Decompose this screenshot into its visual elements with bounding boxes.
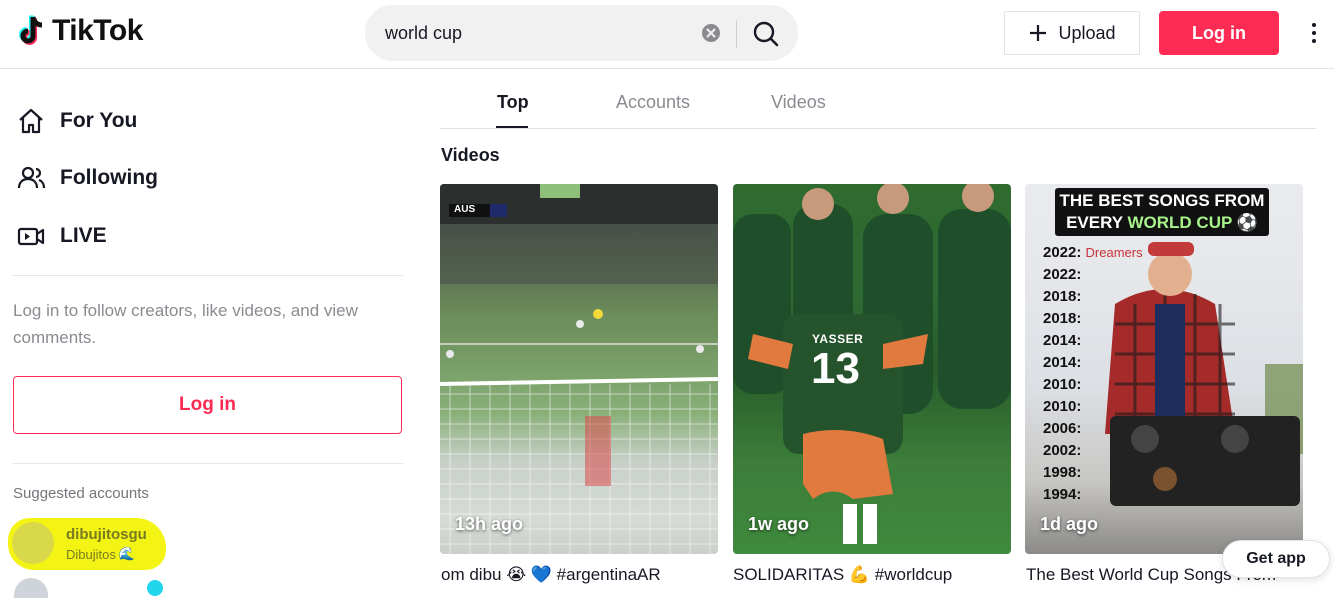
song-title: Dreamers bbox=[1085, 245, 1143, 260]
year-item: 2002: bbox=[1043, 442, 1082, 459]
home-icon bbox=[19, 108, 43, 134]
video-time: 1w ago bbox=[748, 514, 810, 534]
video-caption[interactable]: SOLIDARITAS 💪 #worldcup bbox=[733, 565, 1011, 585]
search-tabs: Top Accounts Videos bbox=[440, 80, 1316, 129]
video-caption[interactable]: om dibu 😭 💙 #argentinaAR bbox=[441, 565, 719, 585]
suggested-accounts-title: Suggested accounts bbox=[13, 485, 149, 502]
year-item: 1998: bbox=[1043, 464, 1082, 481]
get-app-button[interactable]: Get app bbox=[1222, 540, 1330, 578]
year-item: 2018: bbox=[1043, 310, 1082, 327]
login-button[interactable]: Log in bbox=[1159, 11, 1279, 55]
live-icon bbox=[17, 227, 45, 246]
clear-search-icon[interactable] bbox=[702, 24, 720, 42]
active-tab-indicator bbox=[496, 126, 528, 128]
sidebar-item-for-you[interactable]: For You bbox=[16, 101, 137, 141]
year-item: 1994: bbox=[1043, 486, 1082, 503]
sidebar-item-label: For You bbox=[60, 109, 138, 132]
suggested-account[interactable]: dibujitosgu Dibujitos 🌊 bbox=[8, 518, 168, 572]
upload-button[interactable]: Upload bbox=[1004, 11, 1140, 55]
tiktok-logo[interactable]: TikTok bbox=[16, 14, 143, 48]
tab-top[interactable]: Top bbox=[497, 92, 529, 113]
video-card[interactable]: THE BEST SONGS FROM EVERY WORLD CUP ⚽ 20… bbox=[1025, 184, 1303, 554]
video-time: 1d ago bbox=[1040, 514, 1099, 534]
plus-icon bbox=[1030, 25, 1047, 41]
year-item: 2022: bbox=[1043, 266, 1082, 283]
tiktok-note-icon bbox=[19, 15, 43, 45]
top-header: TikTok Upload Log in bbox=[0, 0, 1334, 69]
tab-accounts[interactable]: Accounts bbox=[616, 92, 690, 113]
jersey-number: 13 bbox=[811, 344, 860, 393]
video-card[interactable]: YASSER 13 1w ago bbox=[733, 184, 1011, 554]
sidebar-item-live[interactable]: LIVE bbox=[16, 216, 107, 256]
account-name: dibujitosgu bbox=[66, 526, 147, 543]
search-input[interactable] bbox=[385, 6, 685, 60]
users-icon bbox=[17, 166, 46, 189]
sidebar-login-button[interactable]: Log in bbox=[13, 376, 402, 434]
search-icon bbox=[753, 21, 779, 47]
sidebar: For You Following LIVE Log in to follow … bbox=[0, 70, 420, 587]
sidebar-divider bbox=[12, 463, 403, 464]
year-item: 2006: bbox=[1043, 420, 1082, 437]
year-label: 2022: bbox=[1043, 244, 1082, 261]
sidebar-item-label: LIVE bbox=[60, 224, 107, 247]
account-subtitle-text: Dibujitos bbox=[66, 546, 116, 562]
account-subtitle: Dibujitos 🌊 bbox=[66, 546, 135, 562]
year-list: 2022: Dreamers 2022: 2018: 2018: 2014: 2… bbox=[1043, 242, 1143, 506]
search-bar bbox=[365, 5, 798, 61]
video-overlay-title: THE BEST SONGS FROM EVERY WORLD CUP ⚽ bbox=[1055, 188, 1269, 236]
video-card[interactable]: AUS 13h ago bbox=[440, 184, 718, 554]
verified-badge-icon bbox=[147, 580, 163, 596]
sidebar-divider bbox=[12, 275, 403, 276]
overlay-title-text: EVERY bbox=[1066, 213, 1128, 232]
video-thumbnail bbox=[733, 184, 1011, 544]
avatar bbox=[12, 522, 54, 564]
overlay-title-highlight: WORLD CUP bbox=[1127, 213, 1233, 232]
soccer-ball-icon: ⚽ bbox=[1232, 213, 1258, 232]
year-item: 2010: bbox=[1043, 376, 1082, 393]
login-prompt: Log in to follow creators, like videos, … bbox=[13, 301, 358, 347]
brand-name: TikTok bbox=[52, 14, 143, 47]
search-button[interactable] bbox=[746, 14, 786, 54]
wave-emoji-icon: 🌊 bbox=[118, 546, 136, 561]
search-divider bbox=[736, 20, 737, 48]
upload-label: Upload bbox=[1058, 22, 1116, 43]
score-badge: AUS bbox=[454, 204, 476, 215]
video-time: 13h ago bbox=[455, 514, 524, 534]
year-item: 2010: bbox=[1043, 398, 1082, 415]
overlay-title-line: THE BEST SONGS FROM bbox=[1059, 191, 1265, 210]
overlay-title-line: EVERY WORLD CUP ⚽ bbox=[1059, 212, 1265, 234]
more-options-icon[interactable] bbox=[1303, 18, 1325, 48]
year-item: 2022: Dreamers bbox=[1043, 242, 1143, 264]
sidebar-item-label: Following bbox=[60, 166, 158, 189]
video-thumbnail bbox=[440, 184, 718, 554]
year-item: 2018: bbox=[1043, 288, 1082, 305]
tab-videos[interactable]: Videos bbox=[771, 92, 826, 113]
year-item: 2014: bbox=[1043, 354, 1082, 371]
section-title-videos: Videos bbox=[441, 145, 500, 165]
year-item: 2014: bbox=[1043, 332, 1082, 349]
sidebar-item-following[interactable]: Following bbox=[16, 158, 158, 198]
